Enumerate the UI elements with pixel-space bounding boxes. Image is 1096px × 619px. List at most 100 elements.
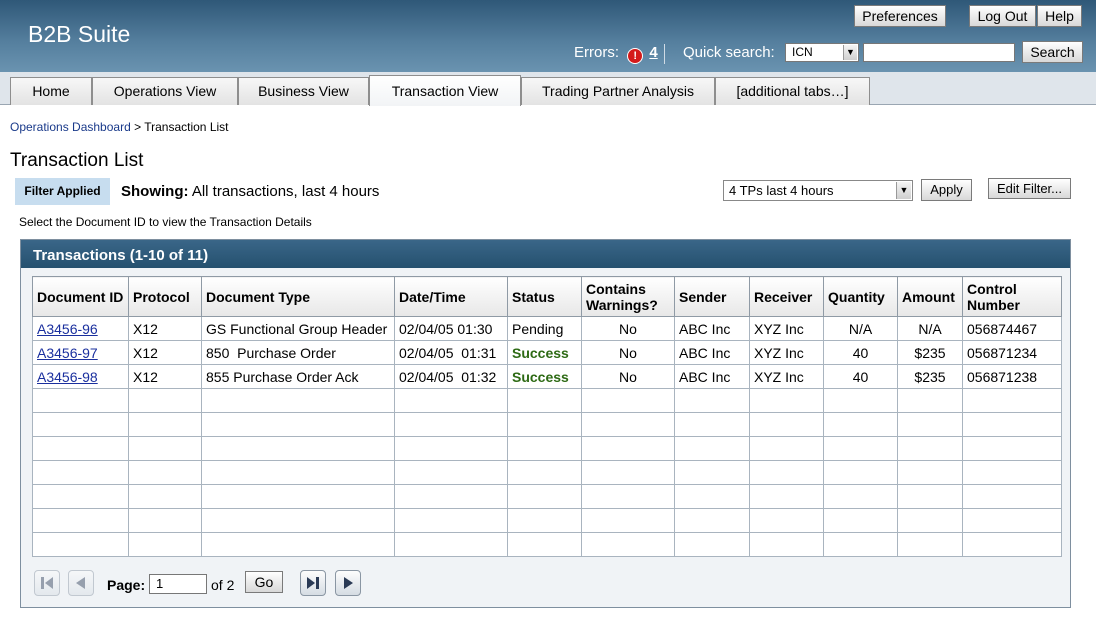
column-header-contains-warnings[interactable]: Contains Warnings? — [581, 276, 675, 317]
column-header-document-id[interactable]: Document ID — [32, 276, 129, 317]
breadcrumb-link-operations-dashboard[interactable]: Operations Dashboard — [10, 120, 131, 134]
tab-trading-partner-analysis[interactable]: Trading Partner Analysis — [521, 77, 715, 105]
protocol-cell: X12 — [128, 340, 202, 365]
document-id-link[interactable]: A3456-98 — [37, 369, 98, 385]
logout-button[interactable]: Log Out — [969, 5, 1036, 27]
status-cell: Success — [507, 340, 582, 365]
tab-additional[interactable]: [additional tabs…] — [715, 77, 870, 105]
receiver-cell: XYZ Inc — [749, 364, 824, 389]
chevron-down-icon: ▼ — [843, 45, 857, 60]
document-id-link[interactable]: A3456-97 — [37, 345, 98, 361]
total-pages: 2 — [226, 577, 235, 593]
last-page-icon — [307, 577, 319, 589]
page-label: Page: — [107, 577, 146, 593]
empty-table-row — [32, 508, 1062, 533]
table-row: A3456-98 X12 855 Purchase Order Ack 02/0… — [32, 364, 1062, 389]
quick-search-label: Quick search: — [683, 44, 775, 61]
quantity-cell: N/A — [823, 316, 898, 341]
warnings-cell: No — [581, 364, 675, 389]
receiver-cell: XYZ Inc — [749, 340, 824, 365]
instruction-text: Select the Document ID to view the Trans… — [19, 215, 312, 229]
sender-cell: ABC Inc — [674, 316, 750, 341]
of-label: of — [211, 577, 223, 593]
transactions-panel-title: Transactions (1-10 of 11) — [21, 240, 1070, 268]
column-header-control-number[interactable]: Control Number — [962, 276, 1062, 317]
column-header-document-type[interactable]: Document Type — [201, 276, 395, 317]
first-page-button[interactable] — [34, 570, 60, 596]
warnings-cell: No — [581, 340, 675, 365]
empty-table-row — [32, 412, 1062, 437]
filter-applied-badge: Filter Applied — [15, 178, 110, 205]
receiver-cell: XYZ Inc — [749, 316, 824, 341]
search-button[interactable]: Search — [1022, 41, 1083, 63]
table-row: A3456-96 X12 GS Functional Group Header … — [32, 316, 1062, 341]
page-total: of 2 — [211, 577, 234, 593]
prev-page-icon — [76, 577, 85, 589]
document-id-link[interactable]: A3456-96 — [37, 321, 98, 337]
saved-filter-select[interactable]: 4 TPs last 4 hours ▼ — [723, 180, 913, 201]
last-page-button[interactable] — [300, 570, 326, 596]
date-time-cell: 02/04/05 01:32 — [394, 364, 508, 389]
protocol-cell: X12 — [128, 316, 202, 341]
column-header-amount[interactable]: Amount — [897, 276, 963, 317]
breadcrumb-current: Transaction List — [144, 120, 229, 134]
table-header-row: Document ID Protocol Document Type Date/… — [32, 276, 1062, 317]
control-number-cell: 056871238 — [962, 364, 1062, 389]
quick-search-type-value: ICN — [792, 45, 813, 59]
next-page-icon — [344, 577, 353, 589]
main-tab-bar: Home Operations View Business View Trans… — [0, 72, 1096, 106]
empty-table-row — [32, 388, 1062, 413]
app-title: B2B Suite — [28, 21, 131, 47]
quantity-cell: 40 — [823, 340, 898, 365]
saved-filter-value: 4 TPs last 4 hours — [729, 183, 834, 198]
page-number-input[interactable]: 1 — [149, 574, 207, 594]
tab-transaction-view[interactable]: Transaction View — [369, 75, 521, 106]
empty-table-row — [32, 460, 1062, 485]
go-button[interactable]: Go — [245, 571, 283, 593]
preferences-button[interactable]: Preferences — [854, 5, 946, 27]
table-row: A3456-97 X12 850 Purchase Order 02/04/05… — [32, 340, 1062, 365]
control-number-cell: 056874467 — [962, 316, 1062, 341]
apply-filter-button[interactable]: Apply — [921, 179, 972, 201]
status-cell: Pending — [507, 316, 582, 341]
errors-count-link[interactable]: 4 — [649, 44, 657, 61]
date-time-cell: 02/04/05 01:30 — [394, 316, 508, 341]
column-header-quantity[interactable]: Quantity — [823, 276, 898, 317]
empty-table-row — [32, 436, 1062, 461]
edit-filter-button[interactable]: Edit Filter... — [988, 178, 1071, 199]
chevron-down-icon: ▼ — [896, 182, 911, 199]
document-type-cell: GS Functional Group Header — [201, 316, 395, 341]
amount-cell: $235 — [897, 364, 963, 389]
breadcrumb: Operations Dashboard > Transaction List — [10, 120, 229, 134]
error-icon: ! — [627, 48, 644, 64]
previous-page-button[interactable] — [68, 570, 94, 596]
page-title: Transaction List — [10, 150, 144, 171]
warnings-cell: No — [581, 316, 675, 341]
column-header-date-time[interactable]: Date/Time — [394, 276, 508, 317]
errors-indicator: Errors: ! 4 — [574, 44, 658, 64]
quantity-cell: 40 — [823, 364, 898, 389]
tab-business-view[interactable]: Business View — [238, 77, 369, 105]
column-header-protocol[interactable]: Protocol — [128, 276, 202, 317]
transactions-panel: Transactions (1-10 of 11) Document ID Pr… — [20, 239, 1071, 608]
tab-home[interactable]: Home — [10, 77, 92, 105]
column-header-status[interactable]: Status — [507, 276, 582, 317]
first-page-icon — [41, 577, 53, 589]
empty-table-row — [32, 532, 1062, 557]
column-header-receiver[interactable]: Receiver — [749, 276, 824, 317]
quick-search-type-select[interactable]: ICN ▼ — [785, 43, 859, 62]
errors-label: Errors: — [574, 44, 619, 61]
showing-summary: Showing: All transactions, last 4 hours — [121, 183, 379, 200]
sender-cell: ABC Inc — [674, 364, 750, 389]
breadcrumb-separator: > — [134, 120, 142, 134]
showing-text: All transactions, last 4 hours — [191, 183, 380, 200]
showing-label: Showing: — [121, 183, 189, 200]
next-page-button[interactable] — [335, 570, 361, 596]
column-header-sender[interactable]: Sender — [674, 276, 750, 317]
empty-table-row — [32, 484, 1062, 509]
app-header: B2B Suite Preferences Log Out Help Error… — [0, 0, 1096, 72]
status-cell: Success — [507, 364, 582, 389]
quick-search-input[interactable] — [863, 43, 1015, 62]
tab-operations-view[interactable]: Operations View — [92, 77, 238, 105]
help-button[interactable]: Help — [1037, 5, 1082, 27]
